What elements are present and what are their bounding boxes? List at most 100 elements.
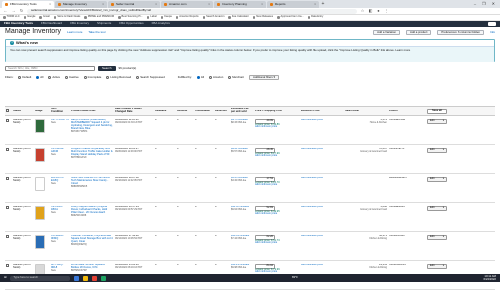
browser-tab-2[interactable]: Seller Central × xyxy=(108,1,160,8)
edit-dropdown[interactable]: Edit ▾ xyxy=(427,235,447,240)
edit-dropdown[interactable]: Edit ▾ xyxy=(427,264,447,269)
info-link[interactable]: Info xyxy=(490,30,495,34)
header-business-price[interactable]: Business Price xyxy=(300,110,344,113)
chrome-icon[interactable] xyxy=(92,275,98,281)
taskbar-clock[interactable]: 10:11 AM 6/24/2022 xyxy=(484,275,496,281)
close-window-icon[interactable]: ✕ xyxy=(492,1,495,7)
row-select[interactable] xyxy=(5,235,12,239)
new-tab-button[interactable]: + xyxy=(320,1,326,8)
bookmark-item[interactable]: Fee Calculator xyxy=(228,15,249,19)
file-explorer-icon[interactable] xyxy=(83,275,89,281)
filter-inactive[interactable]: Inactive xyxy=(65,75,79,79)
fulfilled-merchant[interactable]: Merchant xyxy=(228,75,244,79)
add-business-price-link[interactable]: Add business price xyxy=(301,177,343,180)
header-sales-rank[interactable]: Sales Rank xyxy=(344,110,388,113)
close-tab-icon[interactable]: × xyxy=(314,2,316,6)
add-business-price-link[interactable]: Add business price xyxy=(301,235,343,238)
close-tab-icon[interactable]: × xyxy=(155,2,157,6)
save-all-button[interactable]: Save all xyxy=(427,108,447,114)
row-select[interactable] xyxy=(5,119,12,123)
maximize-icon[interactable]: ❐ xyxy=(482,1,486,7)
header-date-created[interactable]: Date Created ▾ Status Changed Date xyxy=(114,108,154,114)
edge-icon[interactable] xyxy=(74,275,80,281)
start-icon[interactable]: ⊞ xyxy=(4,276,6,279)
bookmark-item[interactable]: Data Entry xyxy=(307,15,323,19)
product-thumbnail[interactable] xyxy=(35,148,45,162)
close-tab-icon[interactable]: × xyxy=(102,2,104,6)
learn-more-link[interactable]: Learn more xyxy=(67,30,82,34)
edit-dropdown[interactable]: Edit ▾ xyxy=(427,148,447,153)
fulfilled-amazon[interactable]: Amazon xyxy=(209,75,223,79)
browser-tab-1[interactable]: Manage Inventory × xyxy=(55,1,107,8)
filter-incomplete[interactable]: Incomplete xyxy=(83,75,101,79)
browser-tab-3[interactable]: Amazon.com × xyxy=(161,1,213,8)
close-tab-icon[interactable]: × xyxy=(261,2,263,6)
bookmark-item[interactable]: Best Sourcing Pi... xyxy=(118,15,143,19)
nav-link-dashboard[interactable]: FBA Dashboard xyxy=(41,21,62,25)
header-fee[interactable]: Estimated Fee per unit sold xyxy=(230,108,254,114)
product-thumbnail[interactable] xyxy=(35,177,45,191)
row-select[interactable] xyxy=(5,177,12,181)
additional-filters-button[interactable]: Additional filters ▾ xyxy=(248,75,279,80)
filter-listing-removed[interactable]: Listing Removed xyxy=(106,75,131,79)
close-tab-icon[interactable]: × xyxy=(208,2,210,6)
header-fnsku[interactable]: FNSKU xyxy=(388,110,426,113)
header-reserved[interactable]: Reserved xyxy=(214,110,230,113)
bookmark-item[interactable]: Approved Item Ua... xyxy=(277,15,304,19)
nav-brand[interactable]: FBA Inventory Tools xyxy=(4,21,33,25)
add-business-price-link[interactable]: Add business price xyxy=(301,206,343,209)
row-select[interactable] xyxy=(5,148,12,152)
product-thumbnail[interactable] xyxy=(35,119,45,133)
browser-tab-4[interactable]: Inventory Planning × xyxy=(214,1,266,8)
excel-icon[interactable] xyxy=(101,275,107,281)
minimize-icon[interactable]: – xyxy=(474,1,476,7)
bookmark-item[interactable]: Store & Flash Deals xyxy=(53,15,80,19)
bookmark-item[interactable]: Amazon Reports xyxy=(175,15,199,19)
star-icon[interactable]: ☆ xyxy=(360,8,365,14)
close-tab-icon[interactable]: × xyxy=(49,2,51,6)
bookmark-item[interactable]: New Releases xyxy=(252,15,273,19)
header-status[interactable]: Status xyxy=(12,110,34,113)
menu-icon[interactable]: ⋮ xyxy=(384,8,389,14)
product-thumbnail[interactable] xyxy=(35,235,45,249)
header-sku[interactable]: SKU Condition xyxy=(50,108,70,114)
preferences-button[interactable]: Preferences: 6 columns hidden xyxy=(437,30,484,35)
bookmark-item[interactable]: PRIME and PREMIUM xyxy=(84,15,114,19)
filter-all[interactable]: All xyxy=(36,75,43,79)
header-product-name[interactable]: Product Name ASIN xyxy=(70,110,114,113)
filter-active[interactable]: Active xyxy=(48,75,60,79)
add-business-price-link[interactable]: Add business price xyxy=(301,264,343,267)
back-icon[interactable]: ← xyxy=(3,8,8,14)
take-tour-link[interactable]: Take the tour xyxy=(88,30,105,34)
bookmark-item[interactable]: TORM LLC xyxy=(3,15,20,19)
add-minimum-price-link[interactable]: Add minimum price xyxy=(255,125,299,129)
edit-dropdown[interactable]: Edit ▾ xyxy=(427,206,447,211)
header-unfulfillable[interactable]: Unfulfillable xyxy=(194,110,214,113)
weather-widget[interactable]: 83°F xyxy=(292,276,298,279)
edit-dropdown[interactable]: Edit ▾ xyxy=(427,177,447,182)
browser-tab-0[interactable]: FBA Inventory Tools × xyxy=(2,1,54,8)
header-select[interactable] xyxy=(5,108,12,113)
add-business-price-link[interactable]: Add business price xyxy=(301,119,343,122)
nav-link-opportunities[interactable]: FBA Opportunities xyxy=(119,21,143,25)
product-thumbnail[interactable] xyxy=(35,206,45,220)
bookmark-item[interactable]: Google xyxy=(23,15,35,19)
bookmark-item[interactable]: Keepa xyxy=(160,15,172,19)
forward-icon[interactable]: → xyxy=(11,8,16,14)
bookmark-item[interactable]: Gmail xyxy=(39,15,50,19)
reload-icon[interactable]: ↻ xyxy=(19,8,24,14)
taskbar-search-input[interactable]: Type here to search xyxy=(10,275,71,281)
bookmark-item[interactable]: Label xyxy=(146,15,157,19)
header-price[interactable]: Price + Shipping Cost xyxy=(254,110,300,113)
search-input[interactable]: Search SKU, title, ISBN xyxy=(5,66,95,71)
browser-tab-5[interactable]: Reports × xyxy=(267,1,319,8)
bookmark-item[interactable]: Search Amazon xyxy=(202,15,224,19)
add-variation-button[interactable]: Add a Variation xyxy=(373,30,400,35)
add-minimum-price-link[interactable]: Add minimum price xyxy=(255,183,299,187)
filter-default[interactable]: Default xyxy=(18,75,31,79)
add-minimum-price-link[interactable]: Add minimum price xyxy=(255,241,299,245)
add-minimum-price-link[interactable]: Add minimum price xyxy=(255,154,299,158)
nav-link-analytics[interactable]: FBA Analytics xyxy=(152,21,170,25)
extensions-icon[interactable]: ◧ xyxy=(368,8,373,14)
header-available[interactable]: Available xyxy=(154,110,176,113)
